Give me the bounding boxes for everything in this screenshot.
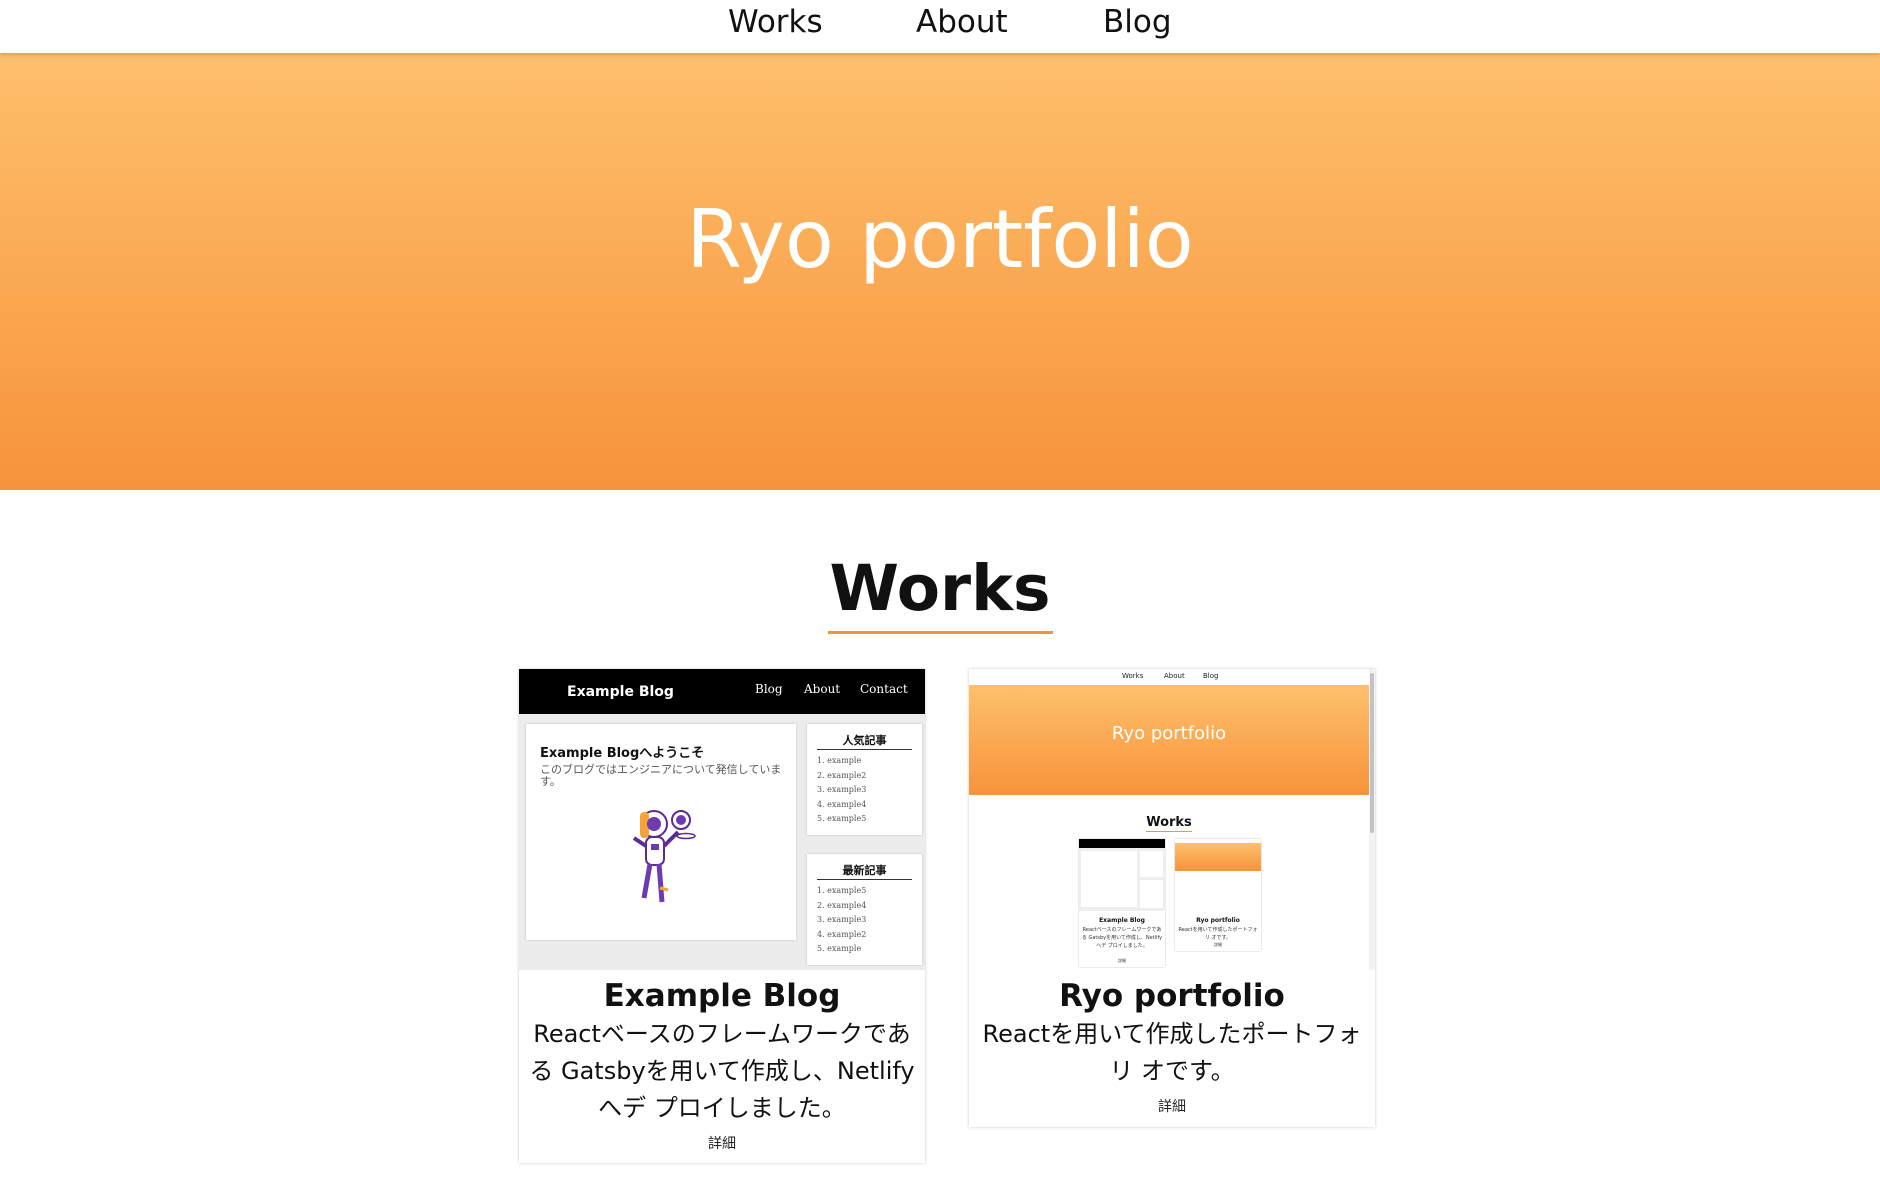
- thumb-mini-card-title: Example Blog: [1099, 917, 1145, 924]
- thumb-scrollbar-handle: [1370, 673, 1374, 833]
- work-card-title: Example Blog: [603, 978, 841, 1014]
- list-item: 3. example3: [817, 915, 867, 924]
- work-card-description: Reactを用いて作成したポートフォリ オです。: [982, 1020, 1362, 1085]
- work-thumbnail-example-blog: Example Blog Blog About Contact Example …: [519, 669, 925, 970]
- thumb-mini-card-image: [1175, 839, 1261, 911]
- list-item: 2. example4: [817, 900, 867, 910]
- thumb-nav-about: About: [804, 682, 841, 696]
- thumb-mini-hero-title: Ryo portfolio: [1111, 723, 1227, 744]
- list-item: 5. example5: [817, 814, 867, 823]
- astronaut-illustration: [632, 810, 696, 903]
- thumb-popular-list: 1. example 2. example2 3. example3 4. ex…: [817, 754, 922, 827]
- nav-link-blog[interactable]: Blog: [1103, 4, 1172, 40]
- thumb-main-panel: Example Blogへようこそ このブログではエンジニアについて発信していま…: [526, 724, 796, 940]
- thumb-brand: Example Blog: [567, 684, 674, 700]
- thumb-main-heading: Example Blogへようこそ: [540, 746, 705, 761]
- list-item: 4. example4: [817, 799, 867, 809]
- thumb-latest-heading: 最新記事: [817, 862, 912, 880]
- thumb-mini-card-image: [1079, 839, 1165, 911]
- list-item: 1. example5: [817, 886, 867, 895]
- thumb-popular-panel: 人気記事 1. example 2. example2 3. example3 …: [807, 724, 922, 835]
- work-thumbnail-ryo-portfolio: Works About Blog Ryo portfolio Works Exa…: [969, 669, 1375, 970]
- thumb-mini-hero: Ryo portfolio: [969, 685, 1369, 795]
- work-card-title: Ryo portfolio: [1059, 978, 1285, 1014]
- thumb-main-text: このブログではエンジニアについて発信しています。: [540, 763, 782, 788]
- thumb-mini-works-title: Works: [1146, 815, 1192, 832]
- works-section-heading: Works: [0, 551, 1880, 634]
- thumb-mini-card-link: 詳細: [1118, 958, 1126, 963]
- thumb-mini-nav-blog: Blog: [1203, 672, 1219, 680]
- list-item: 5. example: [817, 944, 862, 953]
- thumb-mini-card-link: 詳細: [1214, 942, 1222, 947]
- top-navigation: Works About Blog: [0, 0, 1880, 53]
- thumb-nav-blog: Blog: [755, 682, 783, 696]
- thumb-latest-list: 1. example5 2. example4 3. example3 4. e…: [817, 884, 922, 957]
- hero-banner: Ryo portfolio: [0, 53, 1880, 490]
- thumb-mini-card-description: Reactを用いて作成したポートフォリ オです。: [1178, 927, 1258, 941]
- thumb-mini-card-title: Ryo portfolio: [1196, 917, 1240, 924]
- thumb-nav-contact: Contact: [860, 682, 908, 696]
- thumb-mini-works-heading: Works: [969, 811, 1369, 832]
- nav-link-about[interactable]: About: [916, 4, 1008, 40]
- list-item: 1. example: [817, 756, 862, 765]
- work-card-detail-link[interactable]: 詳細: [1158, 1099, 1186, 1115]
- list-item: 4. example2: [817, 929, 867, 939]
- thumb-latest-panel: 最新記事 1. example5 2. example4 3. example3…: [807, 854, 922, 965]
- nav-link-works[interactable]: Works: [728, 4, 823, 40]
- hero-title: Ryo portfolio: [686, 193, 1194, 286]
- thumb-header-bar: Example Blog Blog About Contact: [519, 669, 925, 714]
- thumb-mini-nav: Works About Blog: [969, 669, 1369, 685]
- thumb-mini-card: Ryo portfolio Reactを用いて作成したポートフォリ オです。 詳…: [1175, 839, 1261, 951]
- thumb-mini-card: Example Blog Reactベースのフレームワークである Gatsbyを…: [1079, 839, 1165, 967]
- works-title: Works: [827, 551, 1053, 634]
- thumb-mini-card-description: Reactベースのフレームワークである Gatsbyを用いて作成し、Netlif…: [1081, 927, 1163, 949]
- thumb-scrollbar: [1369, 669, 1375, 970]
- thumb-mini-nav-works: Works: [1122, 672, 1144, 680]
- thumb-mini-nav-about: About: [1164, 672, 1185, 680]
- work-card-detail-link[interactable]: 詳細: [708, 1136, 736, 1152]
- list-item: 3. example3: [817, 785, 867, 794]
- work-card-description: Reactベースのフレームワークである Gatsbyを用いて作成し、Netlif…: [529, 1020, 915, 1122]
- thumb-popular-heading: 人気記事: [817, 732, 912, 750]
- work-card-example-blog[interactable]: Example Blog Blog About Contact Example …: [519, 669, 925, 1163]
- work-card-ryo-portfolio[interactable]: Works About Blog Ryo portfolio Works Exa…: [969, 669, 1375, 1127]
- list-item: 2. example2: [817, 770, 867, 780]
